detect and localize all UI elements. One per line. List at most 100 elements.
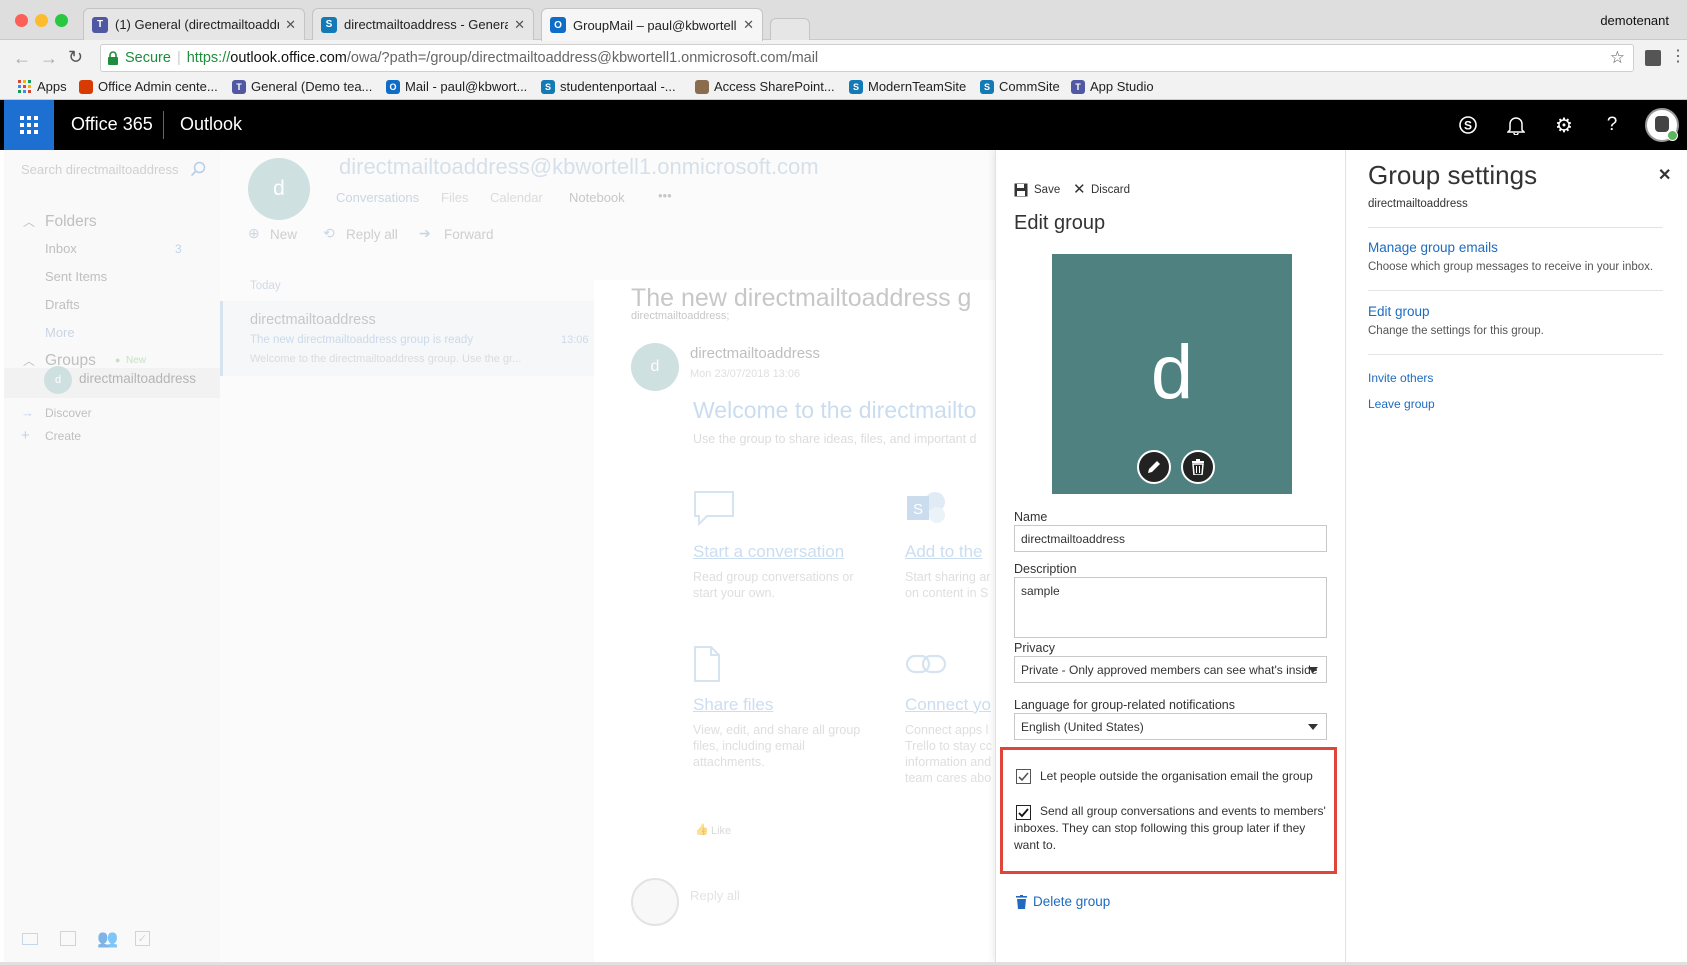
- close-icon[interactable]: ✕: [279, 17, 296, 33]
- discard-button[interactable]: Discard: [1091, 184, 1130, 196]
- people-icon[interactable]: 👥: [97, 929, 118, 949]
- tab-notebook[interactable]: Notebook: [569, 190, 625, 205]
- new-button[interactable]: New: [270, 227, 297, 242]
- start-conversation-link[interactable]: Start a conversation: [693, 542, 844, 562]
- folder-drafts[interactable]: Drafts: [45, 297, 80, 312]
- minimize-window-button[interactable]: [35, 14, 48, 27]
- tasks-icon[interactable]: ✓: [135, 931, 150, 946]
- bookmarks-bar: Apps Office Admin cente... T General (Dem…: [0, 76, 1687, 100]
- tab-files[interactable]: Files: [441, 190, 468, 205]
- mail-icon[interactable]: [22, 933, 38, 945]
- bookmark-studentenportaal[interactable]: Sstudentenportaal -...: [541, 79, 676, 94]
- close-icon[interactable]: ✕: [737, 17, 754, 33]
- discover-link[interactable]: Discover: [45, 406, 92, 420]
- address-bar[interactable]: Secure | https://outlook.office.com/owa/…: [100, 44, 1634, 72]
- zoom-window-button[interactable]: [55, 14, 68, 27]
- external-email-checkbox[interactable]: [1016, 769, 1031, 784]
- language-select[interactable]: English (United States): [1014, 713, 1327, 740]
- invite-others-link[interactable]: Invite others: [1368, 371, 1433, 385]
- bookmark-star-icon[interactable]: ☆: [1610, 48, 1625, 68]
- divider: [163, 111, 164, 139]
- bookmark-general[interactable]: T General (Demo tea...: [232, 79, 372, 94]
- description-field[interactable]: sample: [1014, 577, 1327, 638]
- manage-group-emails-link[interactable]: Manage group emails: [1368, 240, 1498, 255]
- edit-photo-button[interactable]: [1137, 450, 1171, 484]
- like-button[interactable]: Like: [711, 825, 731, 837]
- tab-calendar[interactable]: Calendar: [490, 190, 543, 205]
- delete-group-link[interactable]: Delete group: [1033, 894, 1110, 909]
- bookmark-app-studio[interactable]: T App Studio: [1071, 79, 1154, 94]
- folder-sent-items[interactable]: Sent Items: [45, 269, 107, 284]
- address-row: ← → ↻ Secure | https://outlook.office.co…: [0, 40, 1687, 76]
- folders-more-link[interactable]: More: [45, 325, 75, 340]
- more-tabs-button[interactable]: •••: [658, 188, 672, 203]
- reading-pane: The new directmailtoaddress g directmail…: [594, 280, 995, 962]
- app-name[interactable]: Outlook: [180, 114, 242, 135]
- new-tab-button[interactable]: [770, 18, 810, 40]
- bookmark-modernteamsite[interactable]: S ModernTeamSite: [849, 79, 966, 94]
- bookmark-access-sharepoint[interactable]: Access SharePoint...: [695, 79, 835, 94]
- privacy-select[interactable]: Private - Only approved members can see …: [1014, 656, 1327, 683]
- add-to-sharepoint-link[interactable]: Add to the: [905, 542, 983, 562]
- calendar-icon[interactable]: [60, 931, 76, 946]
- gear-icon[interactable]: ⚙: [1552, 113, 1576, 137]
- extension-icon[interactable]: [1645, 50, 1661, 66]
- plus-circle-icon: ⊕: [248, 225, 260, 241]
- folder-inbox[interactable]: Inbox: [45, 241, 77, 256]
- new-dot-icon: ●: [115, 355, 121, 365]
- close-icon[interactable]: ✕: [1658, 165, 1671, 185]
- app-launcher-button[interactable]: [4, 100, 54, 150]
- chevron-up-icon[interactable]: ︿: [23, 213, 35, 230]
- message-item[interactable]: directmailtoaddress The new directmailto…: [220, 301, 594, 376]
- close-icon[interactable]: ✕: [508, 17, 525, 33]
- teams-icon: T: [232, 79, 246, 94]
- forward-icon[interactable]: →: [40, 48, 58, 69]
- browser-tab-active[interactable]: O GroupMail – paul@kbwortell1.c ✕: [541, 8, 763, 41]
- edit-group-link[interactable]: Edit group: [1368, 304, 1430, 319]
- bookmark-mail[interactable]: O Mail - paul@kbwort...: [386, 79, 527, 94]
- reply-all-button[interactable]: Reply all: [346, 227, 398, 242]
- browser-tab[interactable]: T (1) General (directmailtoaddre ✕: [83, 8, 305, 40]
- name-field[interactable]: directmailtoaddress: [1014, 525, 1327, 552]
- bookmark-apps[interactable]: Apps: [18, 79, 67, 94]
- search-icon[interactable]: [190, 161, 206, 177]
- privacy-value: Private - Only approved members can see …: [1021, 663, 1318, 677]
- folders-heading[interactable]: Folders: [45, 213, 97, 231]
- search-input[interactable]: Search directmailtoaddress: [21, 162, 179, 177]
- profile-name[interactable]: demotenant: [1600, 13, 1669, 28]
- unread-count: 3: [175, 242, 182, 256]
- help-icon[interactable]: ?: [1600, 113, 1624, 137]
- reload-icon[interactable]: ↻: [68, 47, 83, 68]
- bell-icon[interactable]: [1504, 113, 1528, 137]
- conversation-title: The new directmailtoaddress g: [631, 284, 972, 312]
- menu-icon[interactable]: ⋮: [1670, 46, 1686, 66]
- forward-button[interactable]: Forward: [444, 227, 494, 242]
- browser-tab[interactable]: S directmailtoaddress - General ✕: [312, 8, 534, 40]
- reply-all-prompt[interactable]: Reply all: [690, 888, 740, 903]
- divider: [1368, 354, 1663, 355]
- connect-apps-link[interactable]: Connect yo: [905, 695, 991, 715]
- suite-name[interactable]: Office 365: [71, 114, 153, 135]
- group-name[interactable]: directmailtoaddress: [79, 371, 196, 386]
- bookmark-label: studentenportaal -...: [560, 79, 676, 94]
- reply-avatar: [631, 878, 679, 926]
- groups-new-badge[interactable]: New: [126, 355, 146, 366]
- share-files-link[interactable]: Share files: [693, 695, 773, 715]
- avatar[interactable]: [1645, 108, 1679, 142]
- close-window-button[interactable]: [15, 14, 28, 27]
- skype-icon[interactable]: S: [1456, 113, 1480, 137]
- message-time: 13:06: [561, 334, 589, 346]
- bookmark-commsite[interactable]: S CommSite: [980, 79, 1060, 94]
- save-button[interactable]: Save: [1034, 184, 1060, 196]
- save-icon: [1014, 183, 1028, 197]
- sender-name: directmailtoaddress: [690, 345, 821, 362]
- message-subject: The new directmailtoaddress group is rea…: [250, 334, 474, 346]
- chevron-up-icon[interactable]: ︿: [23, 352, 35, 369]
- group-avatar: d: [44, 366, 72, 394]
- delete-photo-button[interactable]: [1181, 450, 1215, 484]
- tab-conversations[interactable]: Conversations: [336, 190, 419, 205]
- back-icon[interactable]: ←: [13, 48, 31, 69]
- leave-group-link[interactable]: Leave group: [1368, 397, 1435, 411]
- bookmark-office-admin[interactable]: Office Admin cente...: [79, 79, 218, 94]
- create-link[interactable]: Create: [45, 429, 81, 443]
